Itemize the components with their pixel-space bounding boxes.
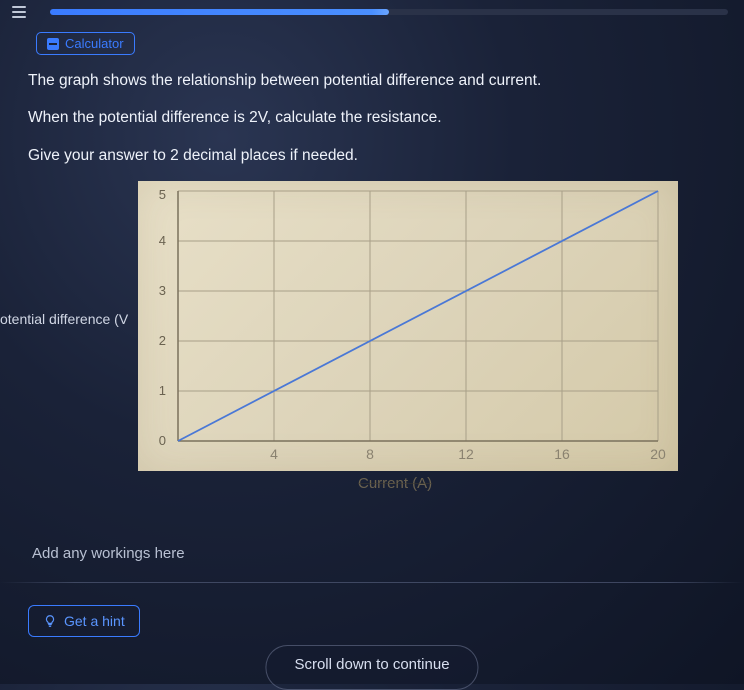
xtick: 12	[458, 446, 474, 462]
workings-input[interactable]: Add any workings here	[28, 531, 716, 572]
question-line-3: Give your answer to 2 decimal places if …	[28, 144, 716, 167]
get-hint-button[interactable]: Get a hint	[28, 605, 140, 637]
progress-fill	[50, 9, 389, 15]
scroll-indicator[interactable]: Scroll down to continue	[265, 645, 478, 690]
ytick: 5	[159, 187, 166, 202]
ytick: 1	[159, 383, 166, 398]
x-axis-label: Current (A)	[358, 475, 432, 492]
hint-label: Get a hint	[64, 613, 125, 629]
menu-icon[interactable]	[8, 2, 30, 22]
scroll-label: Scroll down to continue	[294, 656, 449, 673]
data-line	[178, 191, 658, 441]
content-area: Calculator The graph shows the relations…	[0, 24, 744, 637]
ytick: 3	[159, 283, 166, 298]
question-line-1: The graph shows the relationship between…	[28, 69, 716, 92]
calculator-icon	[47, 38, 59, 50]
lightbulb-icon	[43, 614, 57, 628]
question-line-2: When the potential difference is 2V, cal…	[28, 106, 716, 129]
xtick: 4	[270, 446, 278, 462]
chart-plot: 0 1 2 3 4 5 4 8 12 16 20	[138, 181, 678, 471]
chart-container: otential difference (V	[0, 181, 716, 501]
ytick: 0	[159, 433, 166, 448]
y-axis-label: otential difference (V	[0, 311, 128, 327]
xtick: 8	[366, 446, 374, 462]
calculator-label: Calculator	[65, 36, 124, 51]
xtick: 16	[554, 446, 570, 462]
progress-bar	[50, 9, 728, 15]
separator	[0, 582, 744, 583]
chart-svg: 0 1 2 3 4 5 4 8 12 16 20	[138, 181, 678, 471]
ytick: 2	[159, 333, 166, 348]
calculator-badge[interactable]: Calculator	[36, 32, 135, 55]
xtick: 20	[650, 446, 666, 462]
ytick: 4	[159, 233, 166, 248]
top-bar	[0, 0, 744, 24]
